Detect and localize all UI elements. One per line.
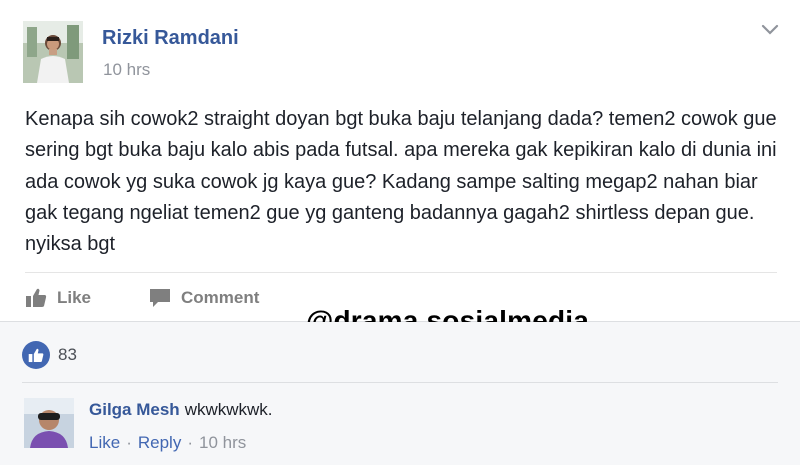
chevron-down-icon[interactable] bbox=[760, 22, 780, 38]
post-body-text: Kenapa sih cowok2 straight doyan bgt buk… bbox=[25, 108, 777, 256]
comment-bubble-icon bbox=[150, 289, 170, 307]
comment-author-name[interactable]: Gilga Mesh bbox=[89, 400, 180, 419]
meta-separator: · bbox=[126, 433, 132, 452]
like-reaction-icon bbox=[22, 341, 50, 369]
like-button[interactable]: Like bbox=[25, 285, 91, 311]
actions-divider bbox=[25, 272, 777, 273]
comment-meta: Like · Reply · 10 hrs bbox=[89, 433, 246, 453]
comment-like-link[interactable]: Like bbox=[89, 433, 120, 452]
reactions-summary[interactable]: 83 bbox=[22, 341, 77, 369]
comments-divider bbox=[22, 382, 778, 383]
thumbs-up-icon bbox=[26, 288, 47, 307]
comments-section: 83 Gilga Mesh wkwkwkwk. Like · Reply · 10 hrs bbox=[0, 322, 800, 465]
reaction-count: 83 bbox=[58, 345, 77, 364]
post-card: Rizki Ramdani 10 hrs Kenapa sih cowok2 s… bbox=[0, 0, 800, 336]
meta-separator: · bbox=[187, 433, 193, 452]
comment-timestamp[interactable]: 10 hrs bbox=[199, 433, 246, 452]
post-author-name[interactable]: Rizki Ramdani bbox=[102, 27, 239, 50]
comment-button[interactable]: Comment bbox=[149, 285, 259, 311]
commenter-avatar[interactable] bbox=[24, 398, 74, 448]
author-avatar[interactable] bbox=[23, 21, 83, 83]
post-timestamp[interactable]: 10 hrs bbox=[103, 60, 150, 80]
like-button-label: Like bbox=[57, 288, 92, 307]
comment-reply-link[interactable]: Reply bbox=[138, 433, 181, 452]
comment-button-label: Comment bbox=[181, 288, 260, 307]
comment-text: wkwkwkwk. bbox=[184, 400, 273, 419]
comment-line: Gilga Mesh wkwkwkwk. bbox=[89, 400, 273, 420]
